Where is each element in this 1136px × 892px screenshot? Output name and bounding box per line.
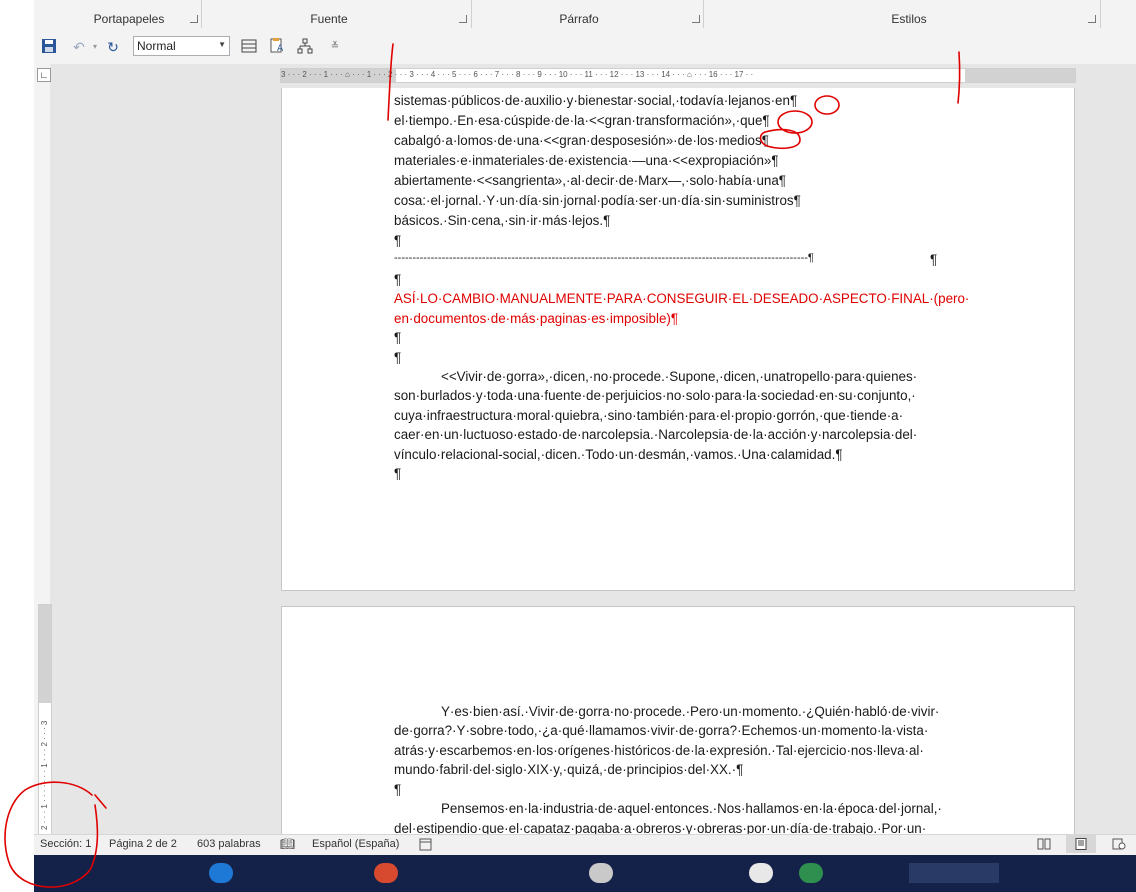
- pilcrow[interactable]: ¶: [394, 782, 401, 797]
- table-icon[interactable]: [240, 38, 258, 56]
- taskbar: [34, 855, 1136, 892]
- text-line[interactable]: básicos.·Sin·cena,·sin·ir·más·lejos.¶: [394, 213, 610, 228]
- vertical-ruler-marks: 2 · · · 1 · · · · · · · 1 · · · 2 · · · …: [40, 720, 49, 830]
- text-line[interactable]: cabalgó·a·lomos·de·una·<<gran·desposesió…: [394, 133, 769, 148]
- chevron-down-icon[interactable]: ▾: [86, 38, 104, 56]
- org-chart-icon[interactable]: [296, 38, 314, 56]
- svg-text:A: A: [277, 44, 284, 54]
- status-bar: Sección: 1 Página 2 de 2 603 palabras 📖︎…: [34, 834, 1136, 855]
- paragraph-line[interactable]: de·gorra?·Y·sobre·todo,·¿a·qué·llamamos·…: [394, 723, 963, 738]
- redo-icon[interactable]: ↻: [104, 38, 122, 56]
- status-page[interactable]: Página 2 de 2: [109, 838, 177, 850]
- text-line[interactable]: sistemas·públicos·de·auxilio·y·bienestar…: [394, 93, 797, 108]
- taskbar-app-icon[interactable]: [209, 863, 233, 883]
- format-painter-icon[interactable]: A: [268, 38, 286, 56]
- taskbar-app-icon[interactable]: [589, 863, 613, 883]
- save-icon[interactable]: [40, 38, 58, 56]
- chevron-down-icon: ▼: [218, 40, 226, 49]
- ribbon-group-labels: Portapapeles Fuente Párrafo Estilos: [34, 0, 1136, 31]
- text-line[interactable]: el·tiempo.·En·esa·cúspide·de·la·<<gran·t…: [394, 113, 770, 128]
- dash-separator-line[interactable]: ----------------------------------------…: [394, 252, 940, 264]
- pilcrow[interactable]: ¶: [394, 330, 401, 345]
- text-line[interactable]: abiertamente·<<sangrienta»,·al·decir·de·…: [394, 173, 786, 188]
- taskbar-active-app[interactable]: [909, 863, 999, 883]
- tab-selector-icon[interactable]: ∟: [37, 68, 51, 82]
- taskbar-app-icon[interactable]: [799, 863, 823, 883]
- group-separator: [1100, 0, 1101, 28]
- print-layout-icon[interactable]: [1066, 835, 1096, 853]
- paragraph-line[interactable]: atrás·y·escarbemos·en·los·orígenes·histó…: [394, 743, 963, 758]
- paragraph-line[interactable]: del·estipendio·que·el·capataz·pagaba·a·o…: [394, 821, 963, 834]
- font-launcher-icon[interactable]: [459, 15, 467, 23]
- paragraph-line[interactable]: <<Vivir·de·gorra»,·dicen,·no·procede.·Su…: [394, 369, 963, 384]
- group-font-label: Fuente: [310, 12, 348, 26]
- paragraph-line[interactable]: mundo·fabril·del·siglo·XIX·y,·quizá,·de·…: [394, 762, 743, 777]
- group-clipboard-label: Portapapeles: [93, 12, 165, 26]
- taskbar-app-icon[interactable]: [374, 863, 398, 883]
- status-language[interactable]: Español (España): [312, 838, 399, 850]
- group-paragraph-label: Párrafo: [559, 12, 599, 26]
- quick-access-toolbar: ↶ ▾ ↻ Normal ▼ A ≚: [34, 30, 1136, 64]
- paragraph-line[interactable]: cuya·infraestructura·moral·quiebra,·sino…: [394, 408, 963, 423]
- web-layout-icon[interactable]: [1112, 838, 1126, 853]
- group-separator: [471, 0, 472, 28]
- text-line[interactable]: cosa:·el·jornal.·Y·un·día·sin·jornal·pod…: [394, 193, 801, 208]
- group-separator: [201, 0, 202, 28]
- paragraph-line[interactable]: Pensemos·en·la·industria·de·aquel·entonc…: [394, 801, 963, 816]
- text-line[interactable]: materiales·e·inmateriales·de·existencia·…: [394, 153, 779, 168]
- clipboard-launcher-icon[interactable]: [190, 15, 198, 23]
- paragraph-line[interactable]: caer·en·un·luctuoso·estado·de·narcolepsi…: [394, 427, 963, 442]
- left-margin-strip: [0, 0, 34, 892]
- group-separator: [703, 0, 704, 28]
- group-styles-label: Estilos: [891, 12, 927, 26]
- status-section[interactable]: Sección: 1: [40, 838, 91, 850]
- pilcrow: ¶: [930, 252, 938, 267]
- horizontal-ruler[interactable]: 3 · · · 2 · · · 1 · · · ⌂ · · · 1 · · · …: [280, 68, 1076, 83]
- style-select-value: Normal: [137, 39, 176, 53]
- pilcrow[interactable]: ¶: [394, 272, 401, 287]
- red-note-line[interactable]: ASÍ·LO·CAMBIO·MANUALMENTE·PARA·CONSEGUIR…: [394, 291, 969, 306]
- pilcrow[interactable]: ¶: [394, 233, 401, 248]
- styles-launcher-icon[interactable]: [1088, 15, 1096, 23]
- paragraph-line[interactable]: son·burlados·y·toda·una·fuente·de·perjui…: [394, 388, 963, 403]
- paragraph-launcher-icon[interactable]: [692, 15, 700, 23]
- paragraph-line[interactable]: vínculo·relacional-social,·dicen.·Todo·u…: [394, 447, 843, 462]
- style-select[interactable]: Normal ▼: [133, 36, 230, 56]
- ruler-marks: 3 · · · 2 · · · 1 · · · ⌂ · · · 1 · · · …: [281, 70, 754, 79]
- pilcrow[interactable]: ¶: [394, 466, 401, 481]
- read-mode-icon[interactable]: [1037, 838, 1051, 853]
- vertical-ruler[interactable]: 2 · · · 1 · · · · · · · 1 · · · 2 · · · …: [38, 604, 52, 836]
- pilcrow[interactable]: ¶: [394, 350, 401, 365]
- customize-icon[interactable]: ≚: [326, 38, 344, 56]
- red-note-line[interactable]: en·documentos·de·más·paginas·es·imposibl…: [394, 311, 678, 326]
- proofing-icon[interactable]: 📖︎: [280, 837, 295, 851]
- status-word-count[interactable]: 603 palabras: [197, 838, 261, 850]
- paragraph-line[interactable]: Y·es·bien·así.·Vivir·de·gorra·no·procede…: [394, 704, 963, 719]
- macro-icon[interactable]: [419, 838, 432, 854]
- taskbar-app-icon[interactable]: [749, 863, 773, 883]
